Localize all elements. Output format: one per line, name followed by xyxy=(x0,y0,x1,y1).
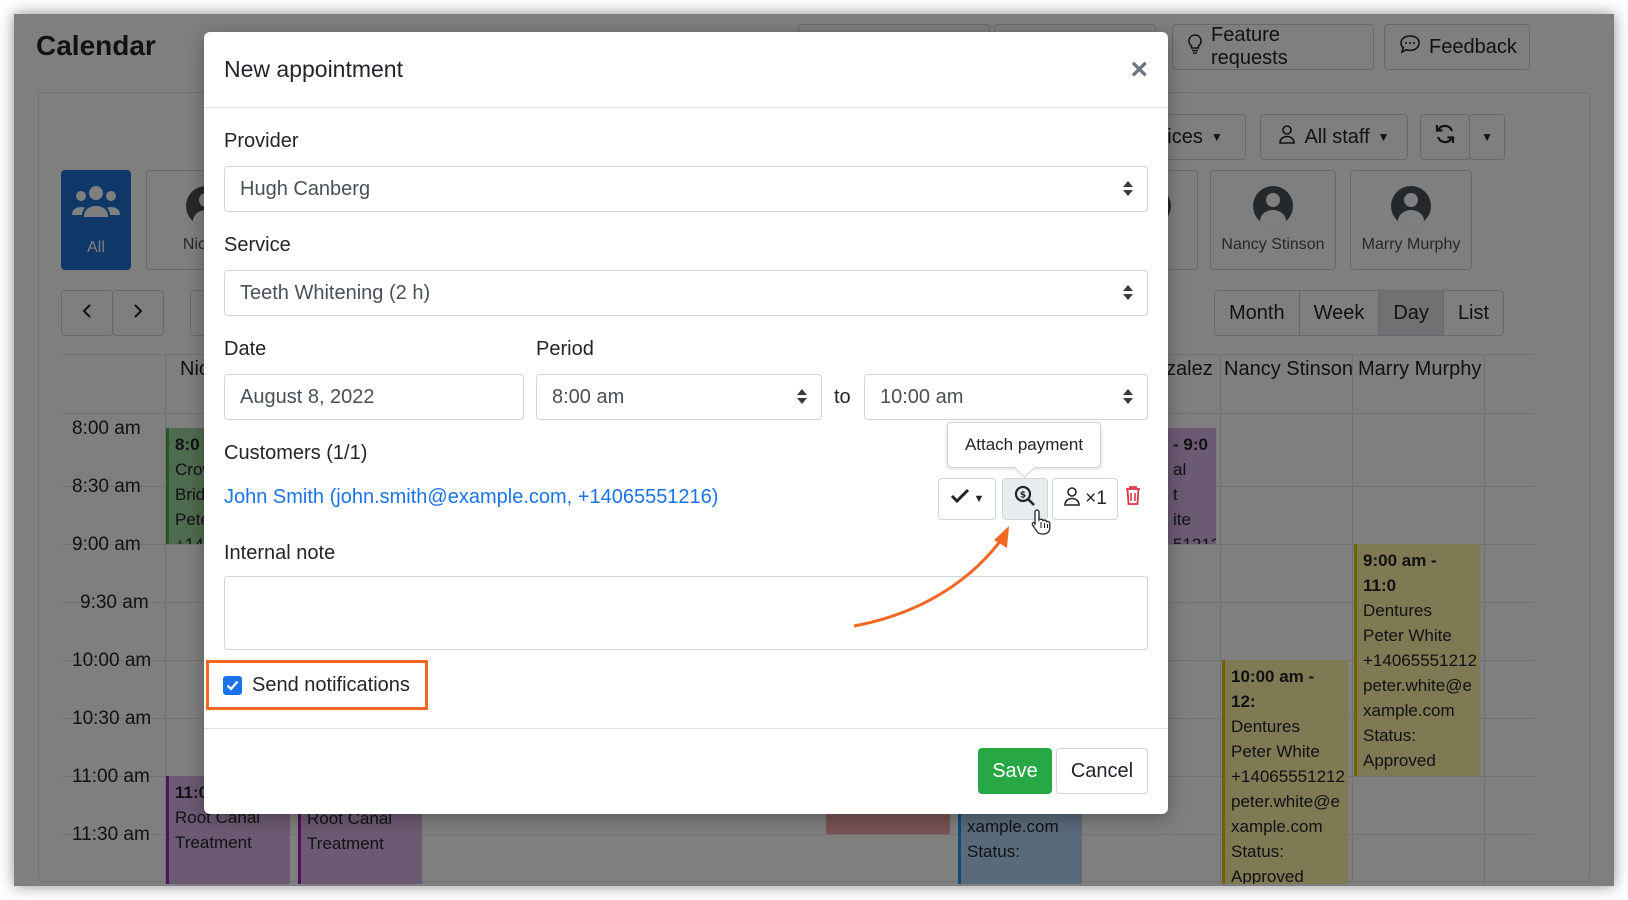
screenshot-frame: Calendar Feature requests Feedback vices… xyxy=(14,14,1614,886)
date-input[interactable]: August 8, 2022 xyxy=(224,374,524,420)
provider-select[interactable]: Hugh Canberg xyxy=(224,166,1148,212)
send-notifications-highlight: Send notifications xyxy=(206,660,428,710)
customer-count-button[interactable]: ×1 xyxy=(1052,478,1118,520)
date-value: August 8, 2022 xyxy=(240,385,375,408)
provider-value: Hugh Canberg xyxy=(240,177,371,200)
internal-note-label: Internal note xyxy=(224,542,336,564)
chevron-down-icon: ▼ xyxy=(973,493,985,505)
date-label: Date xyxy=(224,338,267,360)
svg-text:$: $ xyxy=(1020,491,1026,501)
customer-count-label: ×1 xyxy=(1085,488,1107,509)
save-button[interactable]: Save xyxy=(978,748,1052,794)
modal-header: New appointment × xyxy=(204,32,1168,108)
send-notifications-checkbox[interactable] xyxy=(223,675,242,695)
send-notifications-label: Send notifications xyxy=(252,673,410,696)
close-icon[interactable]: × xyxy=(1130,54,1148,85)
trash-icon[interactable] xyxy=(1124,484,1142,511)
select-arrows-icon xyxy=(1123,179,1133,199)
pointer-cursor-icon xyxy=(1030,508,1052,541)
cancel-button[interactable]: Cancel xyxy=(1056,748,1148,794)
customer-link[interactable]: John Smith (john.smith@example.com, +140… xyxy=(224,486,718,509)
annotation-arrow xyxy=(844,518,1024,637)
attach-payment-tooltip: Attach payment xyxy=(947,422,1101,468)
period-to-label: to xyxy=(834,386,851,408)
status-dropdown-button[interactable]: ▼ xyxy=(938,478,996,520)
check-icon xyxy=(950,488,970,510)
customers-label: Customers (1/1) xyxy=(224,442,368,464)
checkmark-icon xyxy=(226,680,239,691)
select-arrows-icon xyxy=(797,387,807,407)
user-icon xyxy=(1063,486,1081,512)
period-end-value: 10:00 am xyxy=(880,385,964,408)
service-value: Teeth Whitening (2 h) xyxy=(240,281,431,304)
service-select[interactable]: Teeth Whitening (2 h) xyxy=(224,270,1148,316)
modal-title: New appointment xyxy=(224,56,403,82)
select-arrows-icon xyxy=(1123,387,1133,407)
service-label: Service xyxy=(224,234,291,256)
provider-label: Provider xyxy=(224,130,299,152)
period-start-value: 8:00 am xyxy=(552,385,625,408)
period-label: Period xyxy=(536,338,594,360)
new-appointment-modal: New appointment × Provider Hugh Canberg … xyxy=(204,32,1168,814)
select-arrows-icon xyxy=(1123,283,1133,303)
period-end-select[interactable]: 10:00 am xyxy=(864,374,1148,420)
period-start-select[interactable]: 8:00 am xyxy=(536,374,822,420)
